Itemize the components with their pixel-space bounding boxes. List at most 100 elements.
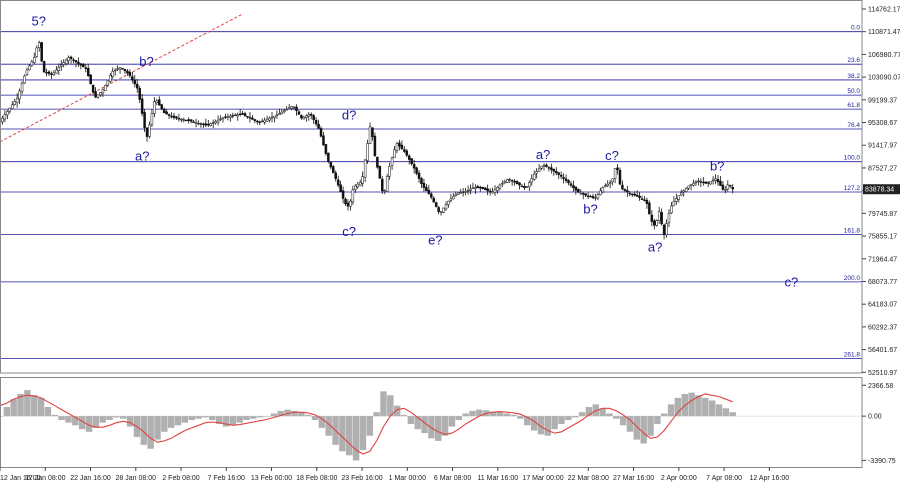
candle-body (630, 193, 634, 196)
histogram-bar (202, 416, 209, 418)
histogram-bar (126, 416, 134, 427)
candle-body (434, 202, 438, 207)
candle-body (327, 152, 330, 162)
candle-body (677, 195, 681, 200)
candle-body (329, 161, 333, 168)
candle-body (233, 114, 237, 117)
axes: 114762.17 110871.47 106980.77 103090.07 9919… (0, 0, 900, 482)
candle-body (199, 123, 203, 125)
candle-body (388, 166, 391, 177)
candle-body (601, 187, 605, 193)
histogram-bar (181, 416, 189, 423)
y-tick-label: 64183.07 (868, 302, 897, 309)
candle-body (123, 68, 127, 72)
candle-body (613, 168, 617, 179)
candle-body (611, 178, 614, 182)
candle-body (442, 207, 445, 213)
x-tick-label: 17 Jan 08:00 (25, 475, 66, 482)
x-tick-label: 1 Mar 00:00 (389, 475, 426, 482)
candle-body (667, 213, 671, 223)
wave-label: e? (428, 233, 442, 248)
candle-body (719, 180, 722, 186)
candle-body (221, 117, 225, 120)
x-tick-label: 2 Apr 00:00 (661, 475, 697, 482)
candle-body (706, 182, 710, 184)
candle-body (532, 174, 536, 180)
histogram-bar (58, 416, 65, 421)
candle-body (363, 159, 367, 178)
candle-body (621, 184, 624, 190)
candle-body (724, 188, 727, 191)
x-tick-label: 18 Feb 08:00 (296, 475, 337, 482)
candle-body (648, 202, 651, 215)
candle-body (143, 112, 146, 128)
candle-body (148, 124, 151, 137)
histogram-bar (393, 405, 401, 417)
candle-body (555, 171, 558, 174)
histogram-bar (400, 414, 408, 417)
candle-body (285, 109, 288, 111)
candle-body (79, 63, 83, 66)
main-price-panel: 0.0 23.6 38.2 50.0 61.8 76.4 100.0 127.2 161.8 20… (0, 14, 862, 359)
candle-body (339, 184, 342, 193)
y-tick-label: 95308.67 (868, 120, 897, 127)
candle-body (662, 224, 666, 236)
wave-label: c? (342, 224, 356, 239)
candle-body (37, 42, 41, 48)
candle-body (682, 190, 685, 193)
candle-body (626, 190, 629, 193)
wave-label: a? (536, 147, 550, 162)
histogram-bar (270, 413, 278, 417)
candle-body (317, 123, 320, 129)
candle-body (540, 165, 543, 169)
candle-body (454, 193, 458, 196)
histogram-bar (407, 416, 415, 424)
candle-body (290, 106, 293, 109)
candle-body (535, 171, 538, 174)
candle-body (447, 200, 450, 205)
candle-body (430, 193, 433, 198)
current-price-label: 83878.34 (865, 187, 894, 194)
candle-body (25, 69, 29, 76)
candle-body (243, 113, 247, 116)
candle-body (407, 155, 411, 160)
candle-body (211, 122, 215, 124)
candle-body (42, 60, 46, 73)
candle-body (72, 59, 75, 61)
candle-body (481, 186, 484, 189)
y-tick-label: 79745.87 (868, 211, 897, 218)
x-tick-label: 7 Apr 08:00 (706, 475, 742, 482)
fib-level-label: 76.4 (847, 122, 860, 129)
candle-body (11, 104, 14, 109)
fib-level-label: 127.2 (844, 185, 861, 192)
candle-body (158, 99, 161, 106)
candle-body (604, 185, 607, 187)
candle-body (657, 211, 661, 221)
y-tick-label: 99199.37 (868, 97, 897, 104)
histogram-bar (10, 399, 17, 417)
candle-body (40, 42, 43, 62)
candle-body (150, 113, 154, 125)
histogram-bar (558, 416, 565, 424)
histogram-bar (448, 416, 456, 427)
candle-body (373, 135, 377, 157)
candle-body (721, 184, 725, 190)
wave-label: b? (139, 54, 153, 69)
x-tick-label: 22 Mar 08:00 (568, 475, 609, 482)
candle-body (278, 113, 281, 116)
candle-body (444, 204, 448, 210)
histogram-bar (24, 390, 31, 417)
candle-body (256, 120, 259, 123)
candle-body (35, 47, 39, 57)
y-tick-label: 75855.17 (868, 234, 897, 241)
candle-body (248, 117, 252, 119)
fib-level-label: 200.0 (844, 275, 861, 282)
osc-y-tick-label: 2366.58 (868, 383, 893, 390)
candle-body (672, 201, 676, 207)
candle-body (155, 100, 159, 104)
histogram-bar (661, 413, 668, 417)
candle-body (498, 184, 502, 189)
candle-body (94, 91, 97, 98)
candle-body (493, 189, 497, 193)
candle-body (322, 135, 325, 146)
